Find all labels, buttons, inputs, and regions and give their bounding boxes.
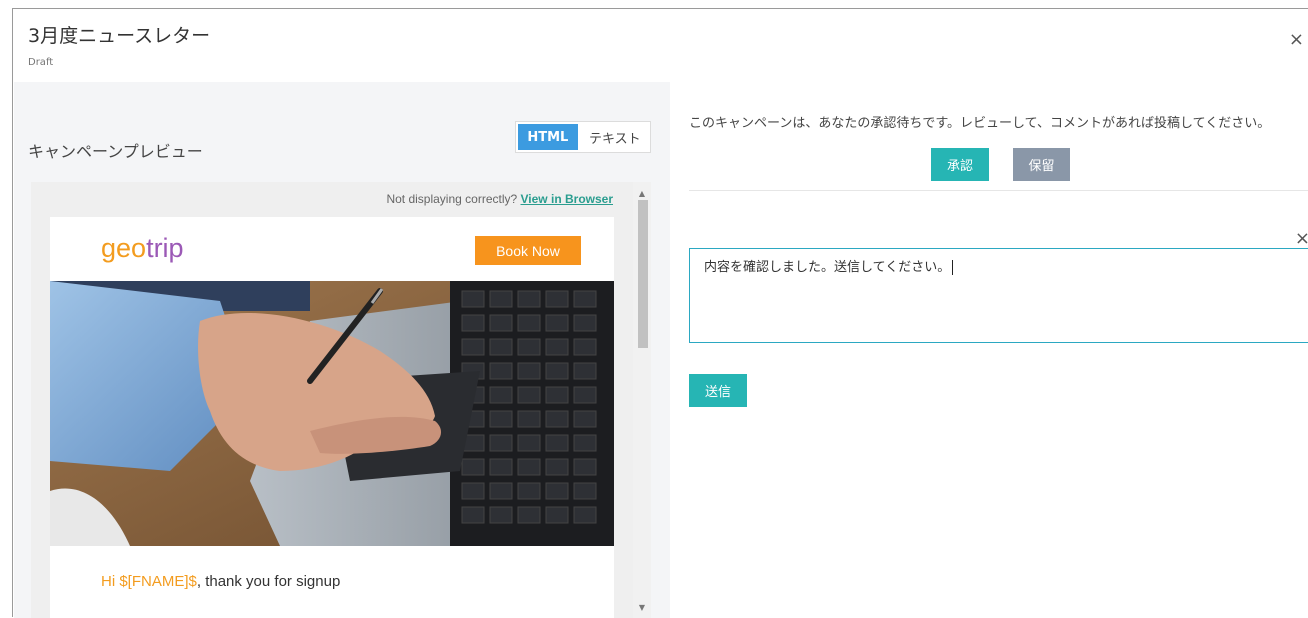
approval-message: このキャンペーンは、あなたの承認待ちです。レビューして、コメントがあれば投稿して… <box>689 116 1271 131</box>
fname-variable: Hi $[FNAME]$ <box>101 573 197 590</box>
scroll-thumb[interactable] <box>638 200 648 348</box>
comment-text: 内容を確認しました。送信してください。 <box>704 260 951 275</box>
book-now-button[interactable]: Book Now <box>475 236 581 265</box>
campaign-modal: 3月度ニュースレター Draft × キャンペーンプレビュー HTML テキスト… <box>12 8 1308 618</box>
tab-text[interactable]: テキスト <box>580 122 650 152</box>
logo-trip: trip <box>146 233 184 263</box>
scroll-down-icon[interactable]: ▼ <box>633 600 651 614</box>
preview-panel: キャンペーンプレビュー HTML テキスト Not displaying cor… <box>14 82 670 618</box>
logo-geo: geo <box>101 233 147 263</box>
format-toggle: HTML テキスト <box>515 121 651 153</box>
divider <box>689 190 1308 191</box>
text-caret <box>952 260 954 275</box>
approve-button[interactable]: 承認 <box>931 148 989 181</box>
preview-heading: キャンペーンプレビュー <box>28 142 203 161</box>
email-body: geotrip Book Now Hi $[FNAME]$, thank you… <box>50 217 614 618</box>
notice-text: Not displaying correctly? <box>386 192 518 206</box>
view-in-browser-link[interactable]: View in Browser <box>521 192 613 206</box>
scroll-up-icon[interactable]: ▲ <box>633 186 651 200</box>
send-button[interactable]: 送信 <box>689 374 747 407</box>
email-preview-frame: Not displaying correctly? View in Browse… <box>31 182 651 618</box>
greeting-text: Hi $[FNAME]$, thank you for signup <box>101 573 340 590</box>
comment-textarea[interactable]: 内容を確認しました。送信してください。 <box>689 248 1308 343</box>
greeting-rest: , thank you for signup <box>196 573 341 590</box>
close-comment-icon[interactable]: × <box>1295 228 1308 249</box>
hero-illustration <box>50 281 614 546</box>
close-icon[interactable]: × <box>1289 29 1304 50</box>
hero-image <box>50 281 614 546</box>
hold-button[interactable]: 保留 <box>1013 148 1070 181</box>
status-label: Draft <box>28 57 54 68</box>
modal-title: 3月度ニュースレター <box>28 25 211 47</box>
geotrip-logo: geotrip <box>101 233 184 264</box>
review-panel: このキャンペーンは、あなたの承認待ちです。レビューして、コメントがあれば投稿して… <box>670 82 1308 618</box>
tab-html[interactable]: HTML <box>518 124 578 150</box>
preview-scrollbar[interactable]: ▲ ▼ <box>633 182 651 618</box>
browser-notice: Not displaying correctly? View in Browse… <box>386 192 613 206</box>
